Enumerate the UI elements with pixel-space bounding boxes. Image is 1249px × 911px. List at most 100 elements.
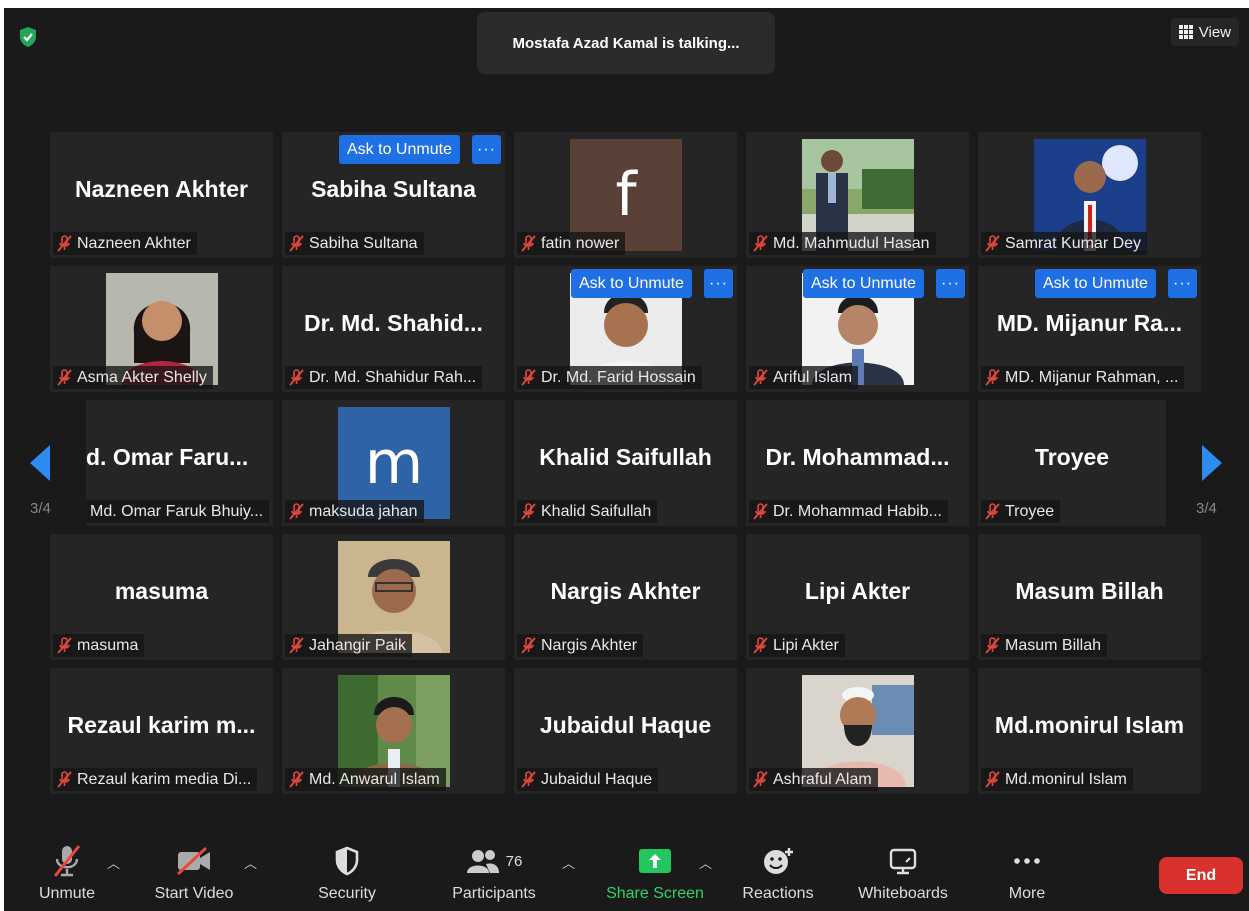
participant-name-label: masuma <box>53 634 145 657</box>
participant-tile[interactable]: f fatin nower <box>514 132 737 258</box>
ask-to-unmute-button[interactable]: Ask to Unmute <box>571 269 692 298</box>
participant-display-name: Md.monirul Islam <box>994 712 1185 738</box>
participant-tile[interactable]: Nazneen Akhter Nazneen Akhter <box>50 132 273 258</box>
microphone-muted-icon <box>53 845 81 877</box>
participant-tile[interactable]: Khalid Saifullah Khalid Saifullah <box>514 400 737 526</box>
participant-name-label: Samrat Kumar Dey <box>981 232 1148 255</box>
participant-name-label: Khalid Saifullah <box>517 500 658 523</box>
ask-to-unmute-button[interactable]: Ask to Unmute <box>339 135 460 164</box>
participant-tile[interactable]: Ashraful Alam <box>746 668 969 794</box>
tile-more-button[interactable]: ··· <box>936 269 965 298</box>
participant-name-label: Ariful Islam <box>749 366 859 389</box>
participant-name-label: MD. Mijanur Rahman, ... <box>981 366 1185 389</box>
participant-tile[interactable]: Dr. Mohammad... Dr. Mohammad Habib... <box>746 400 969 526</box>
whiteboard-icon <box>889 848 917 875</box>
view-label: View <box>1198 23 1231 41</box>
participant-name-label: Jahangir Paik <box>285 634 412 657</box>
participant-tile[interactable]: Jubaidul Haque Jubaidul Haque <box>514 668 737 794</box>
mic-off-icon <box>753 235 768 252</box>
start-video-button[interactable]: Start Video <box>144 843 244 911</box>
security-button[interactable]: Security <box>307 843 387 911</box>
participant-display-name: Lipi Akter <box>804 578 911 604</box>
participant-display-name: Dr. Mohammad... <box>765 444 950 470</box>
participants-count: 76 <box>505 852 523 870</box>
mic-off-icon <box>521 503 536 520</box>
participant-display-name: Jubaidul Haque <box>539 712 712 738</box>
reactions-button[interactable]: Reactions <box>737 843 819 911</box>
page-indicator-left: 3/4 <box>30 500 51 517</box>
participant-name-label: Rezaul karim media Di... <box>53 768 258 791</box>
participant-tile[interactable]: Ask to Unmute ··· Dr. Md. Farid Hossain <box>514 266 737 392</box>
tile-more-button[interactable]: ··· <box>704 269 733 298</box>
participant-name-label: Asma Akter Shelly <box>53 366 213 389</box>
mic-off-icon <box>753 503 768 520</box>
participant-display-name: Khalid Saifullah <box>539 444 712 470</box>
mic-off-icon <box>985 503 1000 520</box>
view-button[interactable]: View <box>1170 18 1239 46</box>
ask-to-unmute-button[interactable]: Ask to Unmute <box>1035 269 1156 298</box>
meeting-toolbar: Unmute ︿ Start Video ︿ Security 76 Parti… <box>4 843 1249 911</box>
mic-off-icon <box>521 771 536 788</box>
participant-tile[interactable]: Lipi Akter Lipi Akter <box>746 534 969 660</box>
participant-tile[interactable]: Asma Akter Shelly <box>50 266 273 392</box>
participants-caret-icon[interactable]: ︿ <box>562 853 575 872</box>
participant-display-name: masuma <box>114 578 209 604</box>
participant-tile[interactable]: Md. Mahmudul Hasan <box>746 132 969 258</box>
mic-off-icon <box>985 369 1000 386</box>
participant-tile[interactable]: Masum Billah Masum Billah <box>978 534 1201 660</box>
mic-off-icon <box>985 235 1000 252</box>
participant-name-label: Md.monirul Islam <box>981 768 1133 791</box>
participant-tile[interactable]: Rezaul karim m... Rezaul karim media Di.… <box>50 668 273 794</box>
end-meeting-button[interactable]: End <box>1159 857 1243 894</box>
participant-display-name: MD. Mijanur Ra... <box>996 310 1183 336</box>
participant-name-label: Masum Billah <box>981 634 1108 657</box>
participant-name-label: Jubaidul Haque <box>517 768 659 791</box>
participant-display-name: Nazneen Akhter <box>75 176 248 202</box>
video-options-caret-icon[interactable]: ︿ <box>244 853 257 872</box>
participant-tile[interactable]: Ask to Unmute ··· MD. Mijanur Ra... MD. … <box>978 266 1201 392</box>
participant-tile[interactable]: Md. Anwarul Islam <box>282 668 505 794</box>
participant-name-label: Md. Mahmudul Hasan <box>749 232 936 255</box>
mic-off-icon <box>289 369 304 386</box>
unmute-button[interactable]: Unmute <box>32 843 102 911</box>
meeting-window: Mostafa Azad Kamal is talking... View 3/… <box>4 8 1249 911</box>
mic-off-icon <box>57 637 72 654</box>
whiteboards-button[interactable]: Whiteboards <box>849 843 957 911</box>
participant-name-label: Lipi Akter <box>749 634 845 657</box>
participant-display-name: Sabiha Sultana <box>311 176 476 202</box>
participant-tile[interactable]: Md.monirul Islam Md.monirul Islam <box>978 668 1201 794</box>
participant-tile[interactable]: Samrat Kumar Dey <box>978 132 1201 258</box>
share-screen-button[interactable]: Share Screen <box>600 843 710 911</box>
participant-display-name: Masum Billah <box>1015 578 1164 604</box>
participant-tile[interactable]: m maksuda jahan <box>282 400 505 526</box>
participant-name-label: fatin nower <box>517 232 626 255</box>
participant-tile[interactable]: Ask to Unmute ··· Sabiha Sultana Sabiha … <box>282 132 505 258</box>
grid-icon <box>1178 25 1193 39</box>
participant-tile[interactable]: Troyee Troyee <box>978 400 1166 526</box>
security-shield-icon <box>335 846 359 876</box>
tile-more-button[interactable]: ··· <box>1168 269 1197 298</box>
encryption-shield-icon[interactable] <box>18 26 38 48</box>
participant-tile[interactable]: d. Omar Faru... Md. Omar Faruk Bhuiy... <box>86 400 273 526</box>
participant-tile[interactable]: Ask to Unmute ··· Ariful Islam <box>746 266 969 392</box>
participant-name-label: Dr. Md. Shahidur Rah... <box>285 366 483 389</box>
participant-tile[interactable]: Jahangir Paik <box>282 534 505 660</box>
participant-display-name: Troyee <box>1034 444 1110 470</box>
participant-tile[interactable]: Dr. Md. Shahid... Dr. Md. Shahidur Rah..… <box>282 266 505 392</box>
mic-off-icon <box>289 235 304 252</box>
more-button[interactable]: More <box>994 843 1060 911</box>
participant-name-label: Ashraful Alam <box>749 768 878 791</box>
mic-off-icon <box>57 235 72 252</box>
share-options-caret-icon[interactable]: ︿ <box>699 853 712 872</box>
previous-page-arrow-icon[interactable] <box>28 443 52 483</box>
participants-button[interactable]: 76 Participants <box>444 843 544 911</box>
next-page-arrow-icon[interactable] <box>1200 443 1224 483</box>
participant-display-name: Dr. Md. Shahid... <box>304 310 483 336</box>
audio-options-caret-icon[interactable]: ︿ <box>107 853 120 872</box>
tile-more-button[interactable]: ··· <box>472 135 501 164</box>
ask-to-unmute-button[interactable]: Ask to Unmute <box>803 269 924 298</box>
participant-tile[interactable]: Nargis Akhter Nargis Akhter <box>514 534 737 660</box>
mic-off-icon <box>57 369 72 386</box>
participant-tile[interactable]: masuma masuma <box>50 534 273 660</box>
participant-name-label: Nargis Akhter <box>517 634 644 657</box>
